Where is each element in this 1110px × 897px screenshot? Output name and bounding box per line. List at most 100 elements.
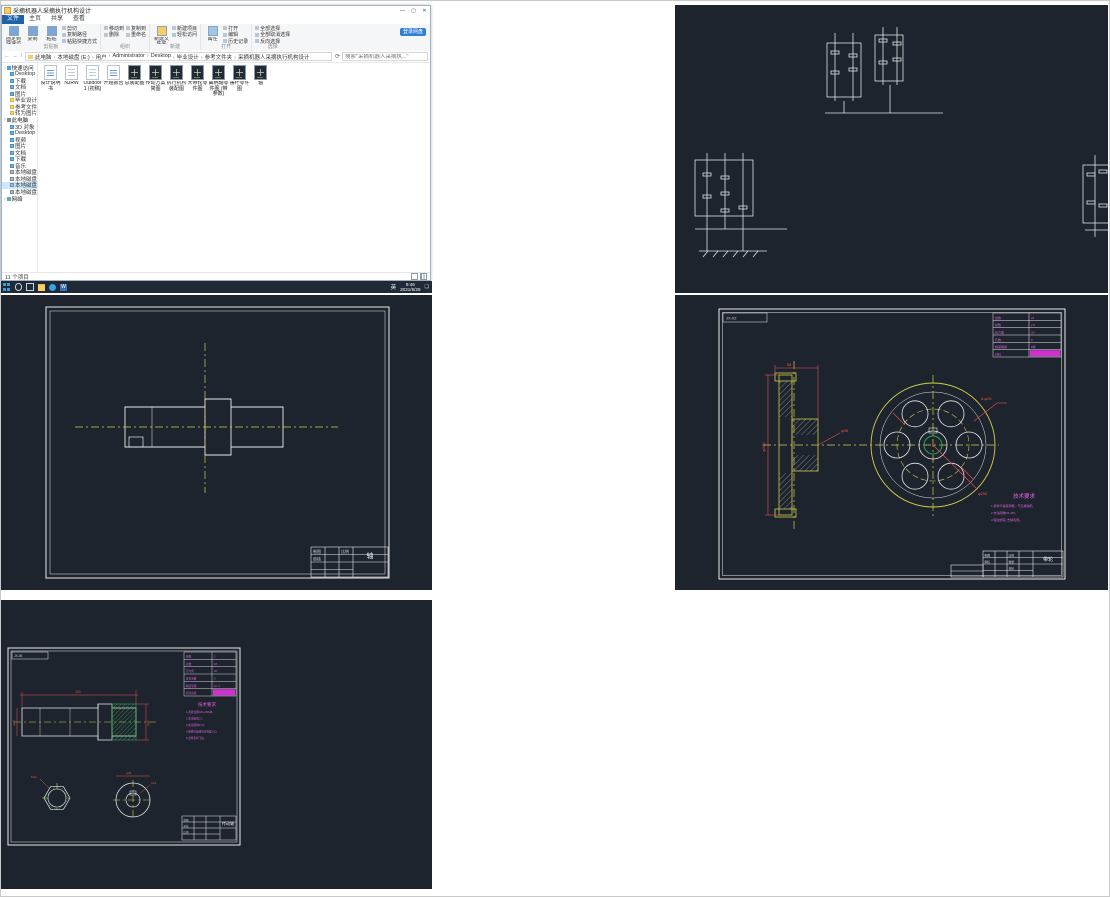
breadcrumb[interactable]: 此电脑本地磁盘 (E:)用户AdministratorDesktop毕业设计参考…: [25, 52, 332, 61]
centerlines: [763, 361, 999, 529]
title-block: 制图 审核 比例 轴: [310, 546, 389, 578]
ribbon-small-icon: [223, 26, 228, 31]
file-item[interactable]: 执行机构装配图: [166, 65, 187, 98]
svg-text:8-7-7: 8-7-7: [214, 684, 221, 688]
breadcrumb-item[interactable]: Desktop: [145, 53, 171, 60]
search-box[interactable]: [342, 52, 428, 61]
breadcrumb-item[interactable]: 毕业设计: [171, 53, 199, 61]
svg-text:孔数: 孔数: [995, 337, 1001, 342]
folder-icon: [10, 111, 14, 116]
file-name: 摆杆零件图: [229, 81, 250, 92]
breadcrumb-item[interactable]: 用户: [90, 53, 107, 61]
status-bar: 11 个项目: [2, 272, 430, 281]
file-item[interactable]: 总装配图: [124, 65, 145, 98]
hex-section-view: M12: [31, 775, 71, 810]
file-icon: [212, 65, 225, 80]
minimize-button[interactable]: —: [397, 7, 408, 15]
svg-text:制图: 制图: [985, 554, 991, 558]
ime-indicator[interactable]: 英: [391, 283, 397, 291]
ribbon-small-icon: [172, 32, 177, 37]
file-item[interactable]: 大带轮零件图: [187, 65, 208, 98]
file-name: 设计说明书: [40, 81, 61, 92]
file-icon: [170, 65, 183, 80]
task-view-icon[interactable]: [26, 283, 34, 291]
drive-icon: [10, 163, 14, 168]
file-name: NJRW: [64, 81, 79, 86]
notifications-icon[interactable]: ❏: [425, 284, 429, 290]
drive-icon: [10, 150, 14, 155]
close-button[interactable]: ✕: [419, 7, 430, 15]
forward-button[interactable]: →: [12, 52, 18, 61]
notes-title: 技术要求: [198, 701, 216, 708]
file-item[interactable]: 开题报告: [103, 65, 124, 98]
drive-icon: [10, 183, 14, 188]
ribbon-small-button[interactable]: 轻松访问: [171, 32, 198, 38]
dim-d2: φ25: [12, 720, 16, 726]
ribbon-tab[interactable]: 主页: [24, 15, 46, 24]
ribbon-big-button[interactable]: 复制: [24, 25, 41, 44]
ribbon-small-button[interactable]: 重命名: [125, 32, 147, 38]
shaft-drawing-canvas: 制图 审核 比例 轴: [45, 306, 390, 579]
group-label-new: 新建: [170, 44, 181, 50]
tab-file[interactable]: 文件: [2, 15, 25, 24]
ribbon-small-icon: [62, 32, 66, 37]
breadcrumb-item[interactable]: 参考文件夹: [199, 53, 233, 61]
cloud-login-button[interactable]: 登录网盘: [399, 28, 426, 36]
properties-button[interactable]: 属性: [204, 25, 221, 44]
sidebar-quick-access[interactable]: 快速访问: [2, 64, 37, 72]
folder-icon: [10, 91, 14, 96]
file-icon: [254, 65, 267, 80]
tb-part-name: 带轮: [1043, 556, 1053, 563]
svg-text:审核: 审核: [985, 560, 991, 564]
search-input[interactable]: [343, 53, 427, 60]
browser-icon[interactable]: [49, 283, 56, 291]
breadcrumb-item[interactable]: 此电脑: [35, 53, 52, 61]
file-name: 轴: [257, 81, 263, 86]
file-item[interactable]: Outdoor1 (初稿): [82, 65, 103, 98]
ribbon-small-button[interactable]: 删除: [103, 32, 125, 38]
sidebar-network[interactable]: 网络: [2, 195, 37, 203]
drive-icon: [10, 137, 14, 142]
dim-holes: 6-φ26: [981, 396, 992, 401]
breadcrumb-item[interactable]: Administrator: [107, 53, 144, 60]
svg-text:6: 6: [1031, 338, 1033, 342]
ribbon-tab[interactable]: 共享: [46, 15, 68, 24]
start-button[interactable]: [3, 283, 11, 291]
breadcrumb-item[interactable]: 采摘机器人采摘执行机构设计: [232, 53, 310, 61]
file-item[interactable]: 曲柄轴零件图 (带参数): [208, 65, 229, 98]
notes-title: 技术要求: [1013, 492, 1036, 500]
parameter-table: 模数 2 齿数 18 压力角 20° 变位系数 0 精度等级 8-7-7 配对齿轮: [183, 651, 237, 697]
back-button[interactable]: ←: [4, 52, 10, 61]
search-icon[interactable]: [14, 283, 22, 291]
refresh-icon[interactable]: ⟳: [335, 53, 340, 60]
ribbon-small-icon: [104, 32, 109, 37]
technical-notes: 技术要求 1.铸件不得有砂眼、气孔等缺陷; 2.未注圆角R3~R5; 3.锐边倒…: [991, 492, 1036, 522]
up-button[interactable]: ↑: [20, 52, 23, 61]
file-explorer-icon[interactable]: [38, 283, 45, 291]
thumbnails-view-icon[interactable]: [420, 273, 427, 280]
svg-text:1.铸件不得有砂眼、气孔等缺陷;: 1.铸件不得有砂眼、气孔等缺陷;: [991, 503, 1034, 508]
ribbon-group-open: 属性 打开 编辑 历史记录 打开: [201, 24, 253, 51]
file-item[interactable]: 传动方案简图: [145, 65, 166, 98]
ribbon-big-button[interactable]: 固定到快速访问: [5, 25, 22, 44]
file-item[interactable]: 设计说明书: [40, 65, 61, 98]
sidebar-this-pc[interactable]: 此电脑: [2, 117, 37, 124]
maximize-button[interactable]: ▢: [408, 7, 419, 15]
breadcrumb-item[interactable]: 本地磁盘 (E:): [52, 53, 89, 61]
file-icon: [149, 65, 162, 80]
svg-text:20°: 20°: [214, 669, 218, 673]
new-folder-button[interactable]: 新建文件夹: [153, 25, 170, 44]
file-item[interactable]: 摆杆零件图: [229, 65, 250, 98]
word-app-icon[interactable]: W: [60, 283, 67, 291]
ribbon-big-button[interactable]: 粘贴: [43, 25, 60, 44]
file-item[interactable]: 轴: [250, 65, 271, 98]
ribbon-tab[interactable]: 查看: [68, 15, 90, 24]
dim-width: 58: [787, 362, 792, 367]
clock[interactable]: 9:46 2021/5/28: [400, 282, 420, 292]
gear-train-top: [825, 27, 943, 114]
file-icon: [44, 65, 57, 80]
file-icon: [86, 65, 99, 80]
folder-icon: [10, 72, 14, 77]
details-view-icon[interactable]: [411, 273, 418, 280]
file-item[interactable]: NJRW: [61, 65, 82, 98]
